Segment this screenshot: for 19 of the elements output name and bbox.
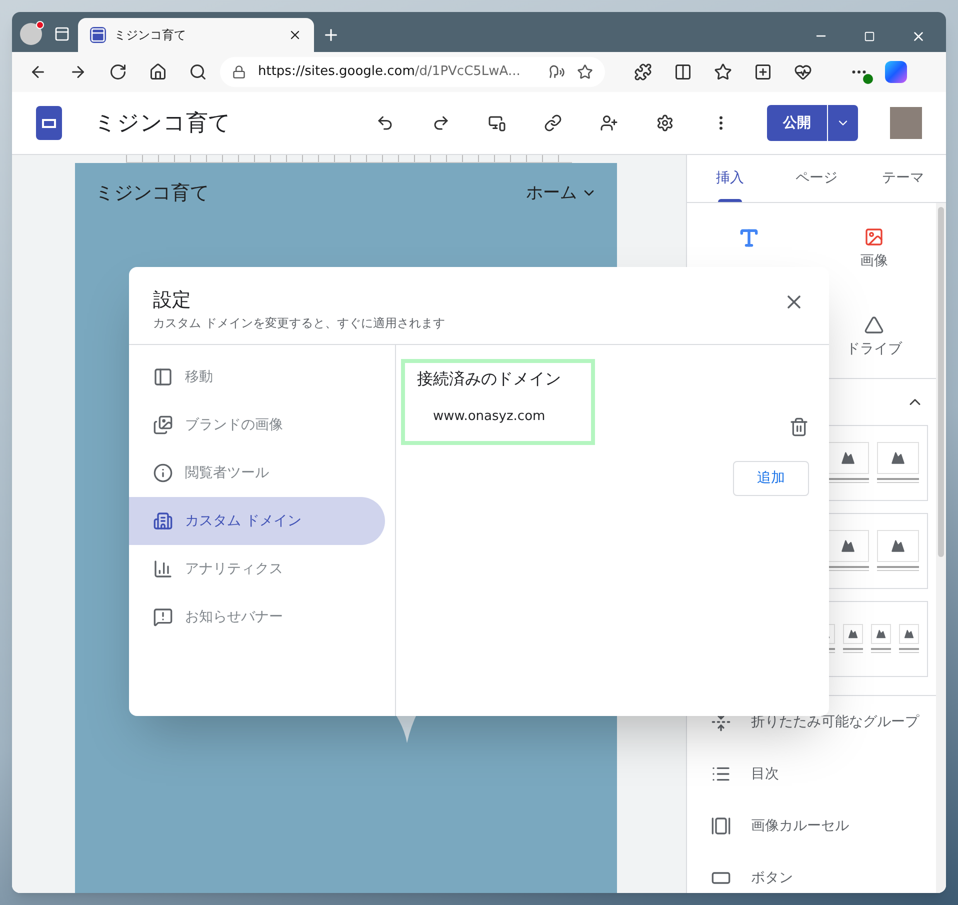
dialog-title: 設定 (153, 291, 192, 310)
insert-list-label: 画像カルーセル (751, 816, 849, 836)
insert-list-label: 目次 (751, 764, 779, 784)
dialog-subtitle: カスタム ドメインを変更すると、すぐに適用されます (153, 315, 446, 332)
domain-name: www.onasyz.com (433, 408, 546, 426)
settings-nav-label: カスタム ドメイン (185, 512, 302, 530)
insert-list-label: ボタン (751, 868, 793, 888)
settings-nav-label: 閲覧者ツール (185, 464, 269, 482)
settings-nav-label: ブランドの画像 (185, 416, 283, 434)
insert-item-label: ドライブ (846, 340, 902, 358)
site-name: ミジンコ育て (94, 110, 232, 138)
settings-nav-label: お知らせバナー (185, 608, 283, 626)
site-title: ミジンコ育て (95, 181, 209, 206)
settings-nav-label: 移動 (185, 368, 213, 386)
section-title: 接続済みのドメイン (417, 368, 562, 390)
insert-item-label: 画像 (860, 252, 888, 271)
tab-title: ミジンコ育て (114, 27, 187, 44)
url-text: https://sites.google.com/d/1PVcC5LwA... (258, 63, 522, 82)
settings-nav-label: アナリティクス (185, 560, 283, 578)
